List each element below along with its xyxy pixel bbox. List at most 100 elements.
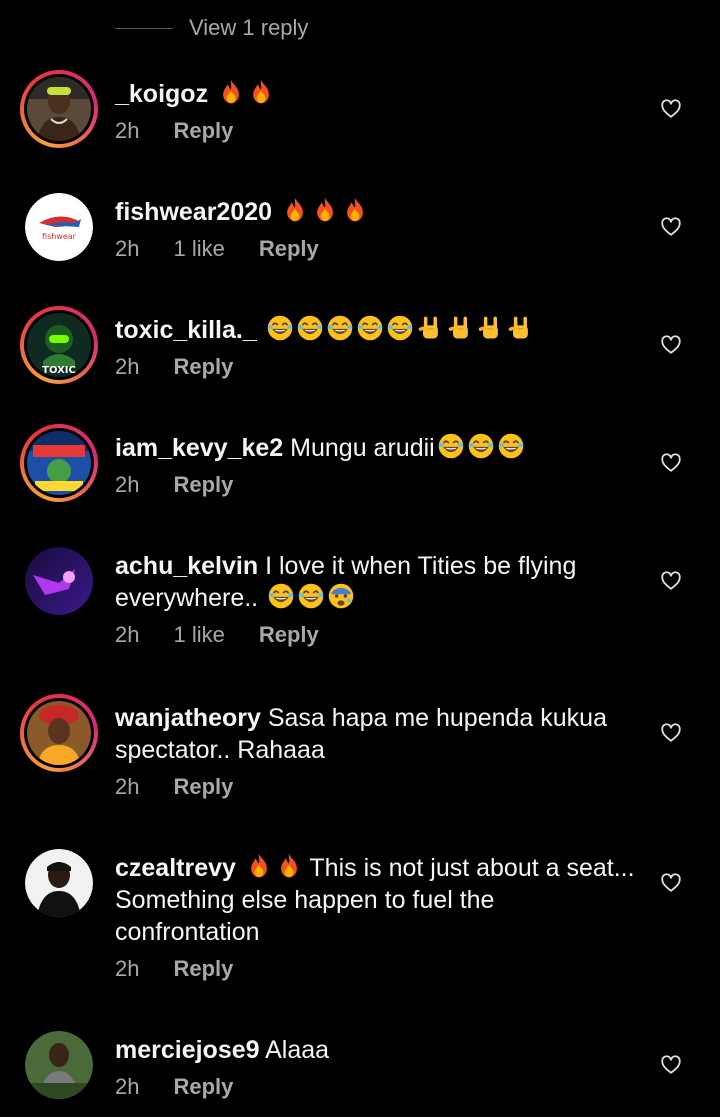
comment-body: _koigoz 2h Reply bbox=[115, 78, 635, 144]
fire-emoji bbox=[217, 78, 245, 106]
comment-text: fishwear2020 bbox=[115, 196, 635, 228]
like-heart-icon[interactable] bbox=[660, 452, 682, 474]
rock-on-emoji bbox=[506, 314, 534, 342]
comment-meta: 2h Reply bbox=[115, 774, 635, 800]
avatar[interactable] bbox=[20, 694, 98, 772]
toxic-logo-text: TOXIC bbox=[42, 365, 76, 376]
like-heart-icon[interactable] bbox=[660, 1054, 682, 1076]
fishwear-logo-text: fishwear bbox=[42, 232, 77, 241]
avatar[interactable] bbox=[20, 1026, 98, 1104]
avatar-image: TOXIC bbox=[27, 313, 91, 377]
comment-meta: 2h Reply bbox=[115, 472, 635, 498]
view-replies-label: View 1 reply bbox=[189, 15, 309, 40]
comment-username[interactable]: toxic_killa._ bbox=[115, 316, 257, 344]
comment-body: merciejose9 Alaaa 2h Reply bbox=[115, 1034, 635, 1100]
joy-emoji bbox=[467, 432, 495, 460]
comment-time: 2h bbox=[115, 354, 140, 379]
like-heart-icon[interactable] bbox=[660, 216, 682, 238]
comment-time: 2h bbox=[115, 236, 140, 261]
comment-meta: 2h 1 like Reply bbox=[115, 622, 635, 648]
comment-time: 2h bbox=[115, 1074, 140, 1099]
comment-meta: 2h Reply bbox=[115, 1074, 635, 1100]
fire-emoji bbox=[311, 196, 339, 224]
comment-text: toxic_killa._ bbox=[115, 314, 635, 346]
joy-emoji bbox=[356, 314, 384, 342]
avatar[interactable]: fishwear bbox=[20, 188, 98, 266]
reply-button[interactable]: Reply bbox=[173, 472, 233, 498]
avatar-image bbox=[27, 77, 91, 141]
avatar-image bbox=[25, 849, 93, 917]
avatar-image bbox=[25, 1031, 93, 1099]
avatar[interactable] bbox=[20, 70, 98, 148]
joy-emoji bbox=[266, 314, 294, 342]
comment-username[interactable]: wanjatheory bbox=[115, 704, 261, 732]
reply-button[interactable]: Reply bbox=[173, 1074, 233, 1100]
like-heart-icon[interactable] bbox=[660, 334, 682, 356]
reply-button[interactable]: Reply bbox=[173, 956, 233, 982]
comment-meta: 2h Reply bbox=[115, 354, 635, 380]
comment-meta: 2h Reply bbox=[115, 956, 635, 982]
comment-time: 2h bbox=[115, 774, 140, 799]
comments-page: View 1 reply _koigoz 2h Reply fishwear f… bbox=[0, 0, 720, 1117]
avatar[interactable] bbox=[20, 424, 98, 502]
comment-body: iam_kevy_ke2 Mungu arudii 2h Reply bbox=[115, 432, 635, 498]
like-heart-icon[interactable] bbox=[660, 570, 682, 592]
joy-emoji bbox=[326, 314, 354, 342]
comment-body: toxic_killa._ 2h Reply bbox=[115, 314, 635, 380]
comment-like-count[interactable]: 1 like bbox=[173, 236, 224, 262]
comment-time: 2h bbox=[115, 956, 140, 981]
comment-text: _koigoz bbox=[115, 78, 635, 110]
comment-like-count[interactable]: 1 like bbox=[173, 622, 224, 648]
avatar-image bbox=[27, 431, 91, 495]
fire-emoji bbox=[275, 852, 303, 880]
reply-button[interactable]: Reply bbox=[173, 118, 233, 144]
fearful-emoji bbox=[327, 582, 355, 610]
joy-emoji bbox=[437, 432, 465, 460]
joy-emoji bbox=[497, 432, 525, 460]
joy-emoji bbox=[386, 314, 414, 342]
like-heart-icon[interactable] bbox=[660, 722, 682, 744]
comment-username[interactable]: _koigoz bbox=[115, 80, 208, 108]
rock-on-emoji bbox=[476, 314, 504, 342]
comment-username[interactable]: czealtrevy bbox=[115, 854, 236, 882]
comment-message: Mungu arudii bbox=[290, 434, 435, 462]
reply-thread-line bbox=[115, 27, 173, 29]
comment-meta: 2h Reply bbox=[115, 118, 635, 144]
view-replies-button[interactable]: View 1 reply bbox=[115, 10, 308, 46]
comment-meta: 2h 1 like Reply bbox=[115, 236, 635, 262]
reply-button[interactable]: Reply bbox=[259, 622, 319, 648]
comment-body: wanjatheory Sasa hapa me hupenda kukua s… bbox=[115, 702, 635, 800]
reply-button[interactable]: Reply bbox=[173, 774, 233, 800]
fire-emoji bbox=[281, 196, 309, 224]
rock-on-emoji bbox=[446, 314, 474, 342]
comment-time: 2h bbox=[115, 472, 140, 497]
fire-emoji bbox=[245, 852, 273, 880]
joy-emoji bbox=[267, 582, 295, 610]
avatar-image: fishwear bbox=[25, 193, 93, 261]
avatar[interactable] bbox=[20, 542, 98, 620]
comment-text: achu_kelvin I love it when Tities be fly… bbox=[115, 550, 635, 614]
comment-text: czealtrevy This is not just about a seat… bbox=[115, 852, 635, 948]
fire-emoji bbox=[341, 196, 369, 224]
comment-time: 2h bbox=[115, 622, 140, 647]
comment-username[interactable]: fishwear2020 bbox=[115, 198, 272, 226]
comment-username[interactable]: achu_kelvin bbox=[115, 552, 258, 580]
comment-username[interactable]: merciejose9 bbox=[115, 1036, 260, 1064]
avatar-image bbox=[25, 547, 93, 615]
avatar-image bbox=[27, 701, 91, 765]
comment-message: Alaaa bbox=[265, 1036, 330, 1064]
reply-button[interactable]: Reply bbox=[173, 354, 233, 380]
comment-username[interactable]: iam_kevy_ke2 bbox=[115, 434, 283, 462]
rock-on-emoji bbox=[416, 314, 444, 342]
comment-body: czealtrevy This is not just about a seat… bbox=[115, 852, 635, 982]
reply-button[interactable]: Reply bbox=[259, 236, 319, 262]
comment-text: merciejose9 Alaaa bbox=[115, 1034, 635, 1066]
joy-emoji bbox=[296, 314, 324, 342]
fire-emoji bbox=[247, 78, 275, 106]
comment-time: 2h bbox=[115, 118, 140, 143]
like-heart-icon[interactable] bbox=[660, 98, 682, 120]
like-heart-icon[interactable] bbox=[660, 872, 682, 894]
avatar[interactable] bbox=[20, 844, 98, 922]
comment-text: iam_kevy_ke2 Mungu arudii bbox=[115, 432, 635, 464]
avatar[interactable]: TOXIC bbox=[20, 306, 98, 384]
